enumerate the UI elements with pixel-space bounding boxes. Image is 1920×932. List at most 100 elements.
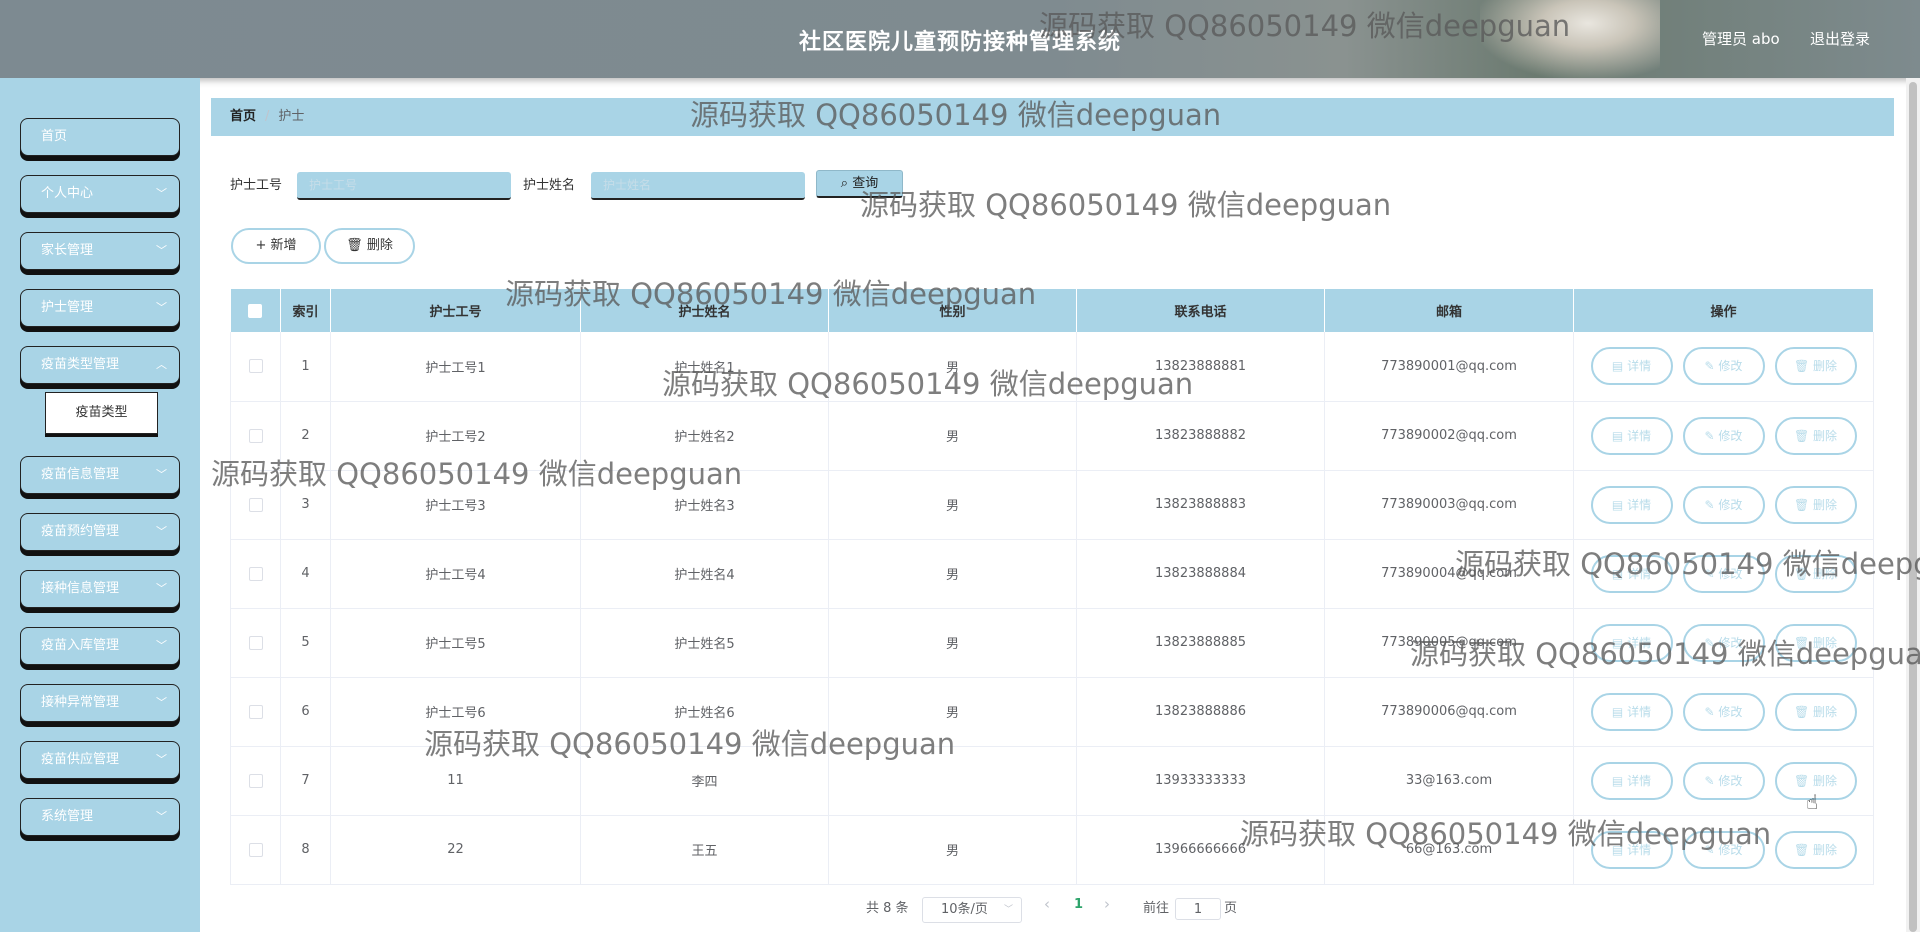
table-row: 7 11 李四 13933333333 33@163.com ▤ 详情 ✎ 修改 🗑 删除 xyxy=(230,746,1874,816)
sidebar-item-vaccine-types[interactable]: 疫苗类型管理 ︿ xyxy=(20,346,180,384)
table-cell: 男 xyxy=(828,539,1077,609)
table-cell: 3 xyxy=(280,470,331,540)
goto-page-input[interactable] xyxy=(1175,898,1221,920)
table-cell: 66@163.com xyxy=(1324,815,1574,885)
table-cell: 773890004@qq.com xyxy=(1324,539,1574,609)
trash-icon: 🗑 xyxy=(1793,773,1814,788)
delete-button[interactable]: 🗑 删除 xyxy=(1774,623,1857,662)
pencil-icon: ✎ xyxy=(1704,566,1719,581)
row-checkbox[interactable] xyxy=(248,428,263,443)
detail-button[interactable]: ▤ 详情 xyxy=(1590,623,1673,662)
delete-button[interactable]: 🗑 删除 xyxy=(1774,416,1857,455)
edit-button[interactable]: ✎ 修改 xyxy=(1682,830,1765,869)
row-select-cell[interactable] xyxy=(230,539,281,609)
table-cell: 2 xyxy=(280,401,331,471)
delete-button[interactable]: 🗑 删除 xyxy=(1774,485,1857,524)
column-header: 索引 xyxy=(280,289,331,332)
row-select-cell[interactable] xyxy=(230,677,281,747)
sidebar-item-system[interactable]: 系统管理 ﹀ xyxy=(20,798,180,836)
row-select-cell[interactable] xyxy=(230,401,281,471)
sidebar-item-vaccination-anomaly[interactable]: 接种异常管理 ﹀ xyxy=(20,684,180,722)
sidebar-item-vaccine-supply[interactable]: 疫苗供应管理 ﹀ xyxy=(20,741,180,779)
table-cell: 8 xyxy=(280,815,331,885)
plus-icon: + xyxy=(255,238,267,253)
row-checkbox[interactable] xyxy=(248,566,263,581)
table-cell: 护士姓名5 xyxy=(580,608,829,678)
nurse-table: 索引 护士工号 护士姓名 性别 联系电话 邮箱 操作 1 护士工号1 护士姓名1 男 1… xyxy=(230,289,1874,885)
sidebar-item-home[interactable]: 首页 xyxy=(20,118,180,156)
search-button[interactable]: ⌕ 查询 xyxy=(816,170,903,198)
detail-button[interactable]: ▤ 详情 xyxy=(1590,554,1673,593)
edit-button[interactable]: ✎ 修改 xyxy=(1682,761,1765,800)
detail-button[interactable]: ▤ 详情 xyxy=(1590,692,1673,731)
sidebar-item-parents[interactable]: 家长管理 ﹀ xyxy=(20,232,180,270)
trash-icon: 🗑 xyxy=(1793,497,1814,512)
batch-delete-button[interactable]: 🗑 删除 xyxy=(324,228,415,264)
page-size-select[interactable]: 10条/页 ﹀ xyxy=(922,897,1022,923)
chevron-down-icon: ﹀ xyxy=(156,582,167,595)
action-label: 详情 xyxy=(1627,497,1652,512)
delete-button[interactable]: 🗑 删除 xyxy=(1774,554,1857,593)
sidebar-item-vaccination-info[interactable]: 接种信息管理 ﹀ xyxy=(20,570,180,608)
scrollbar-thumb[interactable] xyxy=(1909,82,1917,932)
sidebar-item-personal-center[interactable]: 个人中心 ﹀ xyxy=(20,175,180,213)
row-select-cell[interactable] xyxy=(230,815,281,885)
detail-button[interactable]: ▤ 详情 xyxy=(1590,347,1673,386)
sidebar-item-label: 家长管理 xyxy=(41,243,94,258)
delete-button[interactable]: 🗑 删除 xyxy=(1774,692,1857,731)
delete-button-label: 删除 xyxy=(366,238,393,253)
chevron-down-icon: ﹀ xyxy=(156,244,167,257)
delete-button[interactable]: 🗑 删除 xyxy=(1774,347,1857,386)
action-label: 删除 xyxy=(1813,497,1838,512)
action-label: 修改 xyxy=(1718,704,1743,719)
nurse-id-input[interactable] xyxy=(297,172,511,200)
sidebar-item-nurses[interactable]: 护士管理 ﹀ xyxy=(20,289,180,327)
detail-button[interactable]: ▤ 详情 xyxy=(1590,761,1673,800)
sidebar-item-vaccine-info[interactable]: 疫苗信息管理 ﹀ xyxy=(20,456,180,494)
edit-button[interactable]: ✎ 修改 xyxy=(1682,485,1765,524)
sidebar-item-vaccine-stock-in[interactable]: 疫苗入库管理 ﹀ xyxy=(20,627,180,665)
column-header: 操作 xyxy=(1573,289,1874,332)
submenu-vaccine-type[interactable]: 疫苗类型 xyxy=(45,392,158,434)
row-checkbox[interactable] xyxy=(248,842,263,857)
next-page-button[interactable]: › xyxy=(1104,895,1110,913)
add-button[interactable]: + 新增 xyxy=(231,228,321,264)
edit-button[interactable]: ✎ 修改 xyxy=(1682,554,1765,593)
page-number-current[interactable]: 1 xyxy=(1074,897,1083,912)
sidebar-item-vaccine-appointment[interactable]: 疫苗预约管理 ﹀ xyxy=(20,513,180,551)
detail-button[interactable]: ▤ 详情 xyxy=(1590,485,1673,524)
edit-button[interactable]: ✎ 修改 xyxy=(1682,416,1765,455)
detail-button[interactable]: ▤ 详情 xyxy=(1590,416,1673,455)
delete-button[interactable]: 🗑 删除 xyxy=(1774,830,1857,869)
edit-button[interactable]: ✎ 修改 xyxy=(1682,347,1765,386)
logout-link[interactable]: 退出登录 xyxy=(1810,28,1870,49)
page-unit-label: 页 xyxy=(1224,901,1238,916)
select-all-checkbox[interactable] xyxy=(248,303,263,318)
action-label: 详情 xyxy=(1627,359,1652,374)
row-select-cell[interactable] xyxy=(230,608,281,678)
breadcrumb-home[interactable]: 首页 xyxy=(230,109,256,124)
chevron-down-icon: ﹀ xyxy=(156,301,167,314)
row-checkbox[interactable] xyxy=(248,497,263,512)
table-cell: 13823888882 xyxy=(1076,401,1325,471)
table-cell: 22 xyxy=(330,815,581,885)
row-select-cell[interactable] xyxy=(230,470,281,540)
trash-icon: 🗑 xyxy=(1793,359,1814,374)
row-checkbox[interactable] xyxy=(248,635,263,650)
page-scrollbar[interactable] xyxy=(1906,78,1920,932)
row-checkbox[interactable] xyxy=(248,359,263,374)
prev-page-button[interactable]: ‹ xyxy=(1044,895,1050,913)
action-label: 删除 xyxy=(1813,359,1838,374)
nurse-name-input[interactable] xyxy=(591,172,805,200)
row-select-cell[interactable] xyxy=(230,332,281,402)
select-all-header[interactable] xyxy=(230,289,281,332)
row-checkbox[interactable] xyxy=(248,773,263,788)
sidebar: 首页 个人中心 ﹀ 家长管理 ﹀ 护士管理 ﹀ 疫苗类型管理 ︿ 疫苗类型 疫苗信息管理… xyxy=(0,78,200,932)
row-checkbox[interactable] xyxy=(248,704,263,719)
row-select-cell[interactable] xyxy=(230,746,281,816)
edit-button[interactable]: ✎ 修改 xyxy=(1682,692,1765,731)
chevron-down-icon: ﹀ xyxy=(156,639,167,652)
document-icon: ▤ xyxy=(1611,635,1628,650)
detail-button[interactable]: ▤ 详情 xyxy=(1590,830,1673,869)
edit-button[interactable]: ✎ 修改 xyxy=(1682,623,1765,662)
